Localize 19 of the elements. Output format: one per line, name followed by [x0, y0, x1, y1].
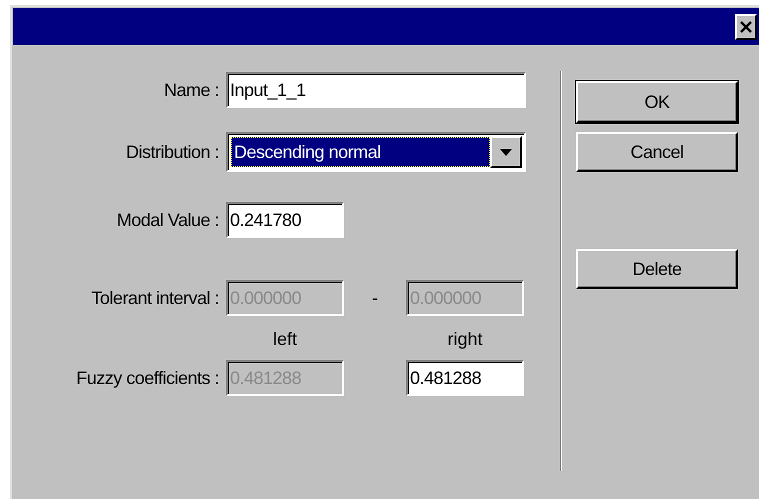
dialog-button[interactable]: OK: [576, 81, 738, 123]
fuzzy-right-field[interactable]: 0.481288: [406, 360, 524, 396]
field-label: Fuzzy coefficients :: [75, 368, 220, 388]
field-label: Distribution :: [124, 142, 220, 162]
column-label: left: [272, 328, 298, 350]
field-label: Name :: [162, 80, 220, 100]
caret-icon: [500, 148, 512, 156]
field-label: Modal Value :: [116, 210, 220, 230]
field-label: Tolerant interval :: [90, 288, 220, 308]
close-icon: [739, 20, 753, 32]
distribution-dropdown[interactable]: Descending normal: [226, 132, 526, 172]
close-button[interactable]: [735, 14, 757, 40]
dialog-button[interactable]: Cancel: [576, 132, 738, 172]
modal-value-field[interactable]: 0.241780: [226, 202, 344, 238]
name-field[interactable]: Input_1_1: [226, 72, 526, 108]
dropdown-button[interactable]: [490, 136, 522, 168]
column-label: right: [446, 328, 484, 350]
dialog-button[interactable]: Delete: [576, 249, 738, 289]
range-separator: -: [371, 288, 379, 308]
